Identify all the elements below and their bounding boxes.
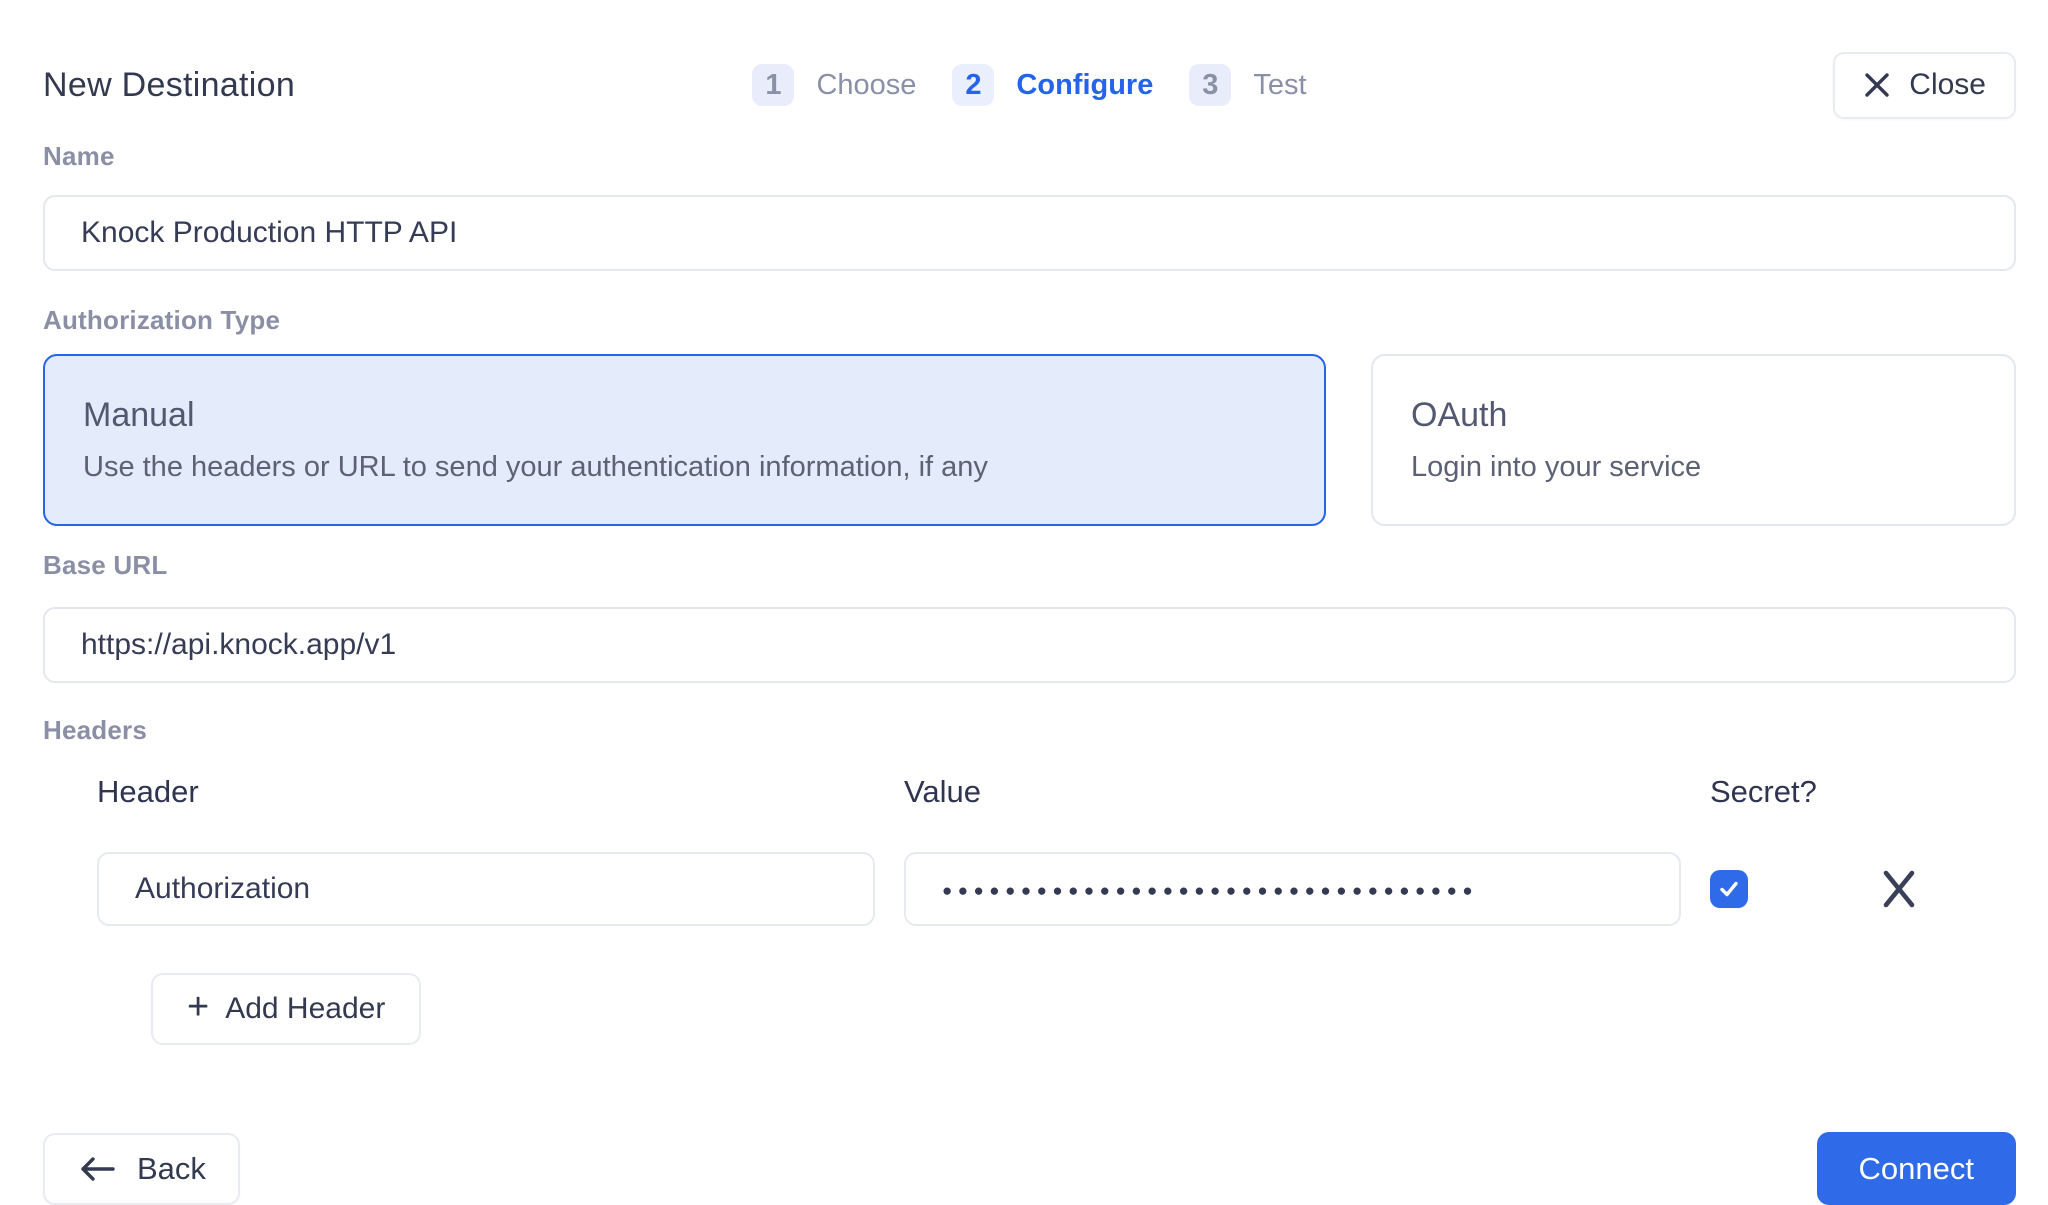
base-url-label: Base URL [43, 550, 2016, 581]
connect-button-label: Connect [1859, 1151, 1974, 1187]
auth-option-title: Manual [83, 396, 1286, 435]
step-test[interactable]: 3 Test [1189, 64, 1306, 106]
step-number-badge: 3 [1189, 64, 1231, 106]
close-button[interactable]: Close [1833, 52, 2016, 119]
column-header-value: Value [904, 774, 1681, 810]
header-row [97, 852, 2016, 926]
step-label: Test [1253, 69, 1306, 102]
column-header-secret: Secret? [1710, 774, 1850, 810]
auth-option-oauth[interactable]: OAuth Login into your service [1371, 354, 2016, 526]
headers-section-label: Headers [43, 715, 2016, 746]
step-configure[interactable]: 2 Configure [952, 64, 1153, 106]
connect-button[interactable]: Connect [1817, 1132, 2016, 1205]
column-header-actions [1879, 774, 1927, 810]
stepper: 1 Choose 2 Configure 3 Test [752, 64, 1306, 106]
header-value-input[interactable] [904, 852, 1681, 926]
add-header-button-label: Add Header [225, 992, 385, 1026]
dialog-header: New Destination 1 Choose 2 Configure 3 T… [43, 48, 2016, 122]
x-icon [1881, 869, 1917, 909]
auth-option-manual[interactable]: Manual Use the headers or URL to send yo… [43, 354, 1326, 526]
close-button-label: Close [1909, 68, 1986, 102]
step-label: Configure [1016, 69, 1153, 102]
check-icon [1717, 877, 1741, 901]
step-number-badge: 1 [752, 64, 794, 106]
back-button[interactable]: Back [43, 1133, 240, 1205]
new-destination-dialog: New Destination 1 Choose 2 Configure 3 T… [43, 48, 2016, 1205]
headers-table-columns: Header Value Secret? [97, 774, 2016, 852]
name-label: Name [43, 141, 2016, 172]
auth-option-description: Use the headers or URL to send your auth… [83, 451, 1286, 484]
header-name-input[interactable] [97, 852, 875, 926]
authorization-type-label: Authorization Type [43, 305, 2016, 336]
step-label: Choose [816, 69, 916, 102]
auth-option-title: OAuth [1411, 396, 1976, 435]
step-number-badge: 2 [952, 64, 994, 106]
back-button-label: Back [137, 1151, 206, 1187]
column-header-header: Header [97, 774, 875, 810]
secret-checkbox[interactable] [1710, 870, 1748, 908]
add-header-button[interactable]: + Add Header [151, 973, 421, 1045]
name-input[interactable] [43, 195, 2016, 271]
page-title: New Destination [43, 66, 752, 105]
headers-table: Header Value Secret? + [43, 774, 2016, 1045]
auth-option-description: Login into your service [1411, 451, 1976, 484]
step-choose[interactable]: 1 Choose [752, 64, 916, 106]
authorization-type-options: Manual Use the headers or URL to send yo… [43, 354, 2016, 526]
base-url-input[interactable] [43, 607, 2016, 683]
delete-header-button[interactable] [1879, 869, 1919, 909]
arrow-left-icon [77, 1154, 117, 1184]
plus-icon: + [187, 988, 209, 1026]
dialog-footer: Back Connect [43, 1132, 2016, 1205]
close-icon [1863, 71, 1891, 99]
